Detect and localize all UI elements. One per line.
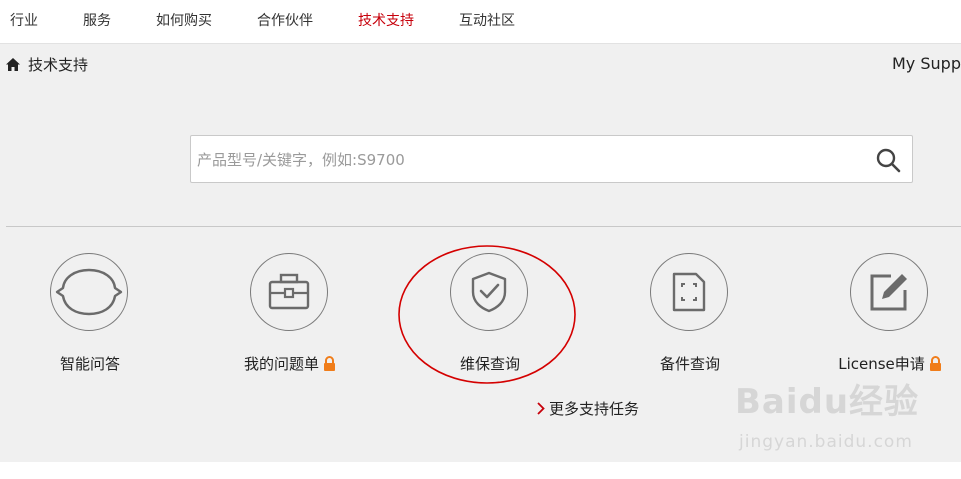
top-nav: 行业 服务 如何购买 合作伙伴 技术支持 互动社区 <box>0 0 961 44</box>
search-box <box>190 135 913 183</box>
tile-label-text: 我的问题单 <box>243 355 319 373</box>
shield-check-icon <box>471 271 507 313</box>
tile-icon-circle <box>250 253 328 331</box>
tile-label: 备件查询 <box>659 355 720 373</box>
tile-icon-circle <box>850 253 928 331</box>
nav-item-community[interactable]: 互动社区 <box>459 10 515 30</box>
lock-icon <box>929 356 941 371</box>
search-icon[interactable] <box>875 147 901 173</box>
tile-label: License申请 <box>810 353 961 374</box>
sim-card-icon <box>672 272 706 312</box>
breadcrumb: 技术支持 <box>6 54 88 75</box>
tile-label: 我的问题单 <box>210 353 370 374</box>
tile-icon-circle <box>650 253 728 331</box>
nav-item-how-to-buy[interactable]: 如何购买 <box>156 10 212 30</box>
tile-icon-circle <box>50 253 128 331</box>
more-tasks-label: 更多支持任务 <box>549 400 640 418</box>
tile-icon-circle <box>450 253 528 331</box>
my-support-link[interactable]: My Supp <box>892 54 961 73</box>
lock-icon <box>324 356 335 371</box>
edit-icon <box>870 274 907 311</box>
tile-label: 智能问答 <box>59 355 120 373</box>
chevron-right-icon <box>537 402 545 415</box>
more-tasks-link[interactable]: 更多支持任务 <box>537 398 639 419</box>
nav-item-partners[interactable]: 合作伙伴 <box>257 10 313 30</box>
divider <box>6 226 961 227</box>
search-input[interactable] <box>195 144 859 176</box>
breadcrumb-label[interactable]: 技术支持 <box>28 54 88 75</box>
nav-item-service[interactable]: 服务 <box>83 10 111 30</box>
support-panel: 技术支持 My Supp 智能问答 我的问题单 <box>0 44 961 462</box>
nav-item-industry[interactable]: 行业 <box>10 10 38 30</box>
tile-license-request[interactable]: License申请 <box>810 253 961 378</box>
home-icon[interactable] <box>6 58 20 71</box>
nav-item-tech-support[interactable]: 技术支持 <box>358 10 414 30</box>
tile-warranty-query[interactable]: 维保查询 <box>410 253 570 378</box>
tile-smart-qa[interactable]: 智能问答 <box>10 253 170 378</box>
tile-my-tickets[interactable]: 我的问题单 <box>210 253 370 378</box>
toolbox-icon <box>268 273 310 310</box>
tile-spare-parts[interactable]: 备件查询 <box>610 253 770 378</box>
tile-label: 维保查询 <box>459 355 520 373</box>
tile-label-text: License申请 <box>838 355 925 373</box>
chat-bubble-icon <box>55 268 123 316</box>
